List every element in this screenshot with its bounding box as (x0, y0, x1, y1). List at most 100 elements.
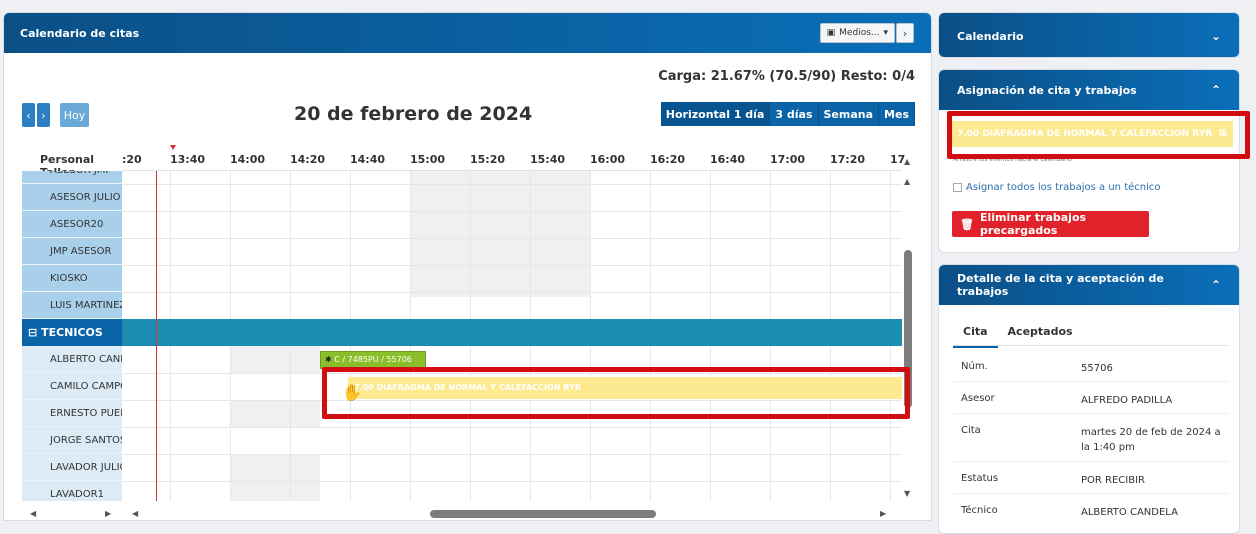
tab-aceptados[interactable]: Aceptados (998, 317, 1083, 348)
view-horizontal-1-day[interactable]: Horizontal 1 día (660, 102, 771, 126)
horizontal-scrollbar[interactable]: ◀ ▶ (130, 507, 890, 519)
time-label: 16:40 (710, 153, 746, 166)
time-header: :20 13:40 14:00 14:20 14:40 15:00 15:20 … (122, 145, 905, 171)
appointment-label: C / 7485PU / 55706 (334, 355, 412, 364)
resource-row: JMP ASESOR (22, 238, 122, 265)
date-title: 20 de febrero de 2024 (294, 103, 533, 125)
tab-cita[interactable]: Cita (953, 317, 998, 348)
detail-value: 55706 (1081, 363, 1113, 374)
scroll-left-icon[interactable]: ◀ (132, 509, 138, 518)
collapse-icon: ⊟ (28, 326, 38, 339)
chevron-down-icon: ▾ (883, 28, 888, 38)
view-month[interactable]: Mes (879, 102, 915, 126)
time-label: 15:00 (410, 153, 446, 166)
detail-value: POR RECIBIR (1081, 475, 1145, 486)
group-tecnicos[interactable]: ⊟ TECNICOS (22, 319, 122, 346)
scroll-up-icon[interactable]: ▲ (904, 177, 910, 186)
resource-row: LAVADOR JULIO (22, 454, 122, 481)
detail-label: Núm. (961, 361, 988, 372)
resource-row: ASESOR JMP (22, 171, 122, 184)
scroll-left-icon[interactable]: ◀ (30, 509, 36, 518)
detail-label: Técnico (961, 505, 998, 516)
next-button[interactable]: › (37, 103, 50, 127)
calendar-panel-header: Calendario de citas ▣ Medios... ▾ › (4, 13, 931, 53)
media-icon: ▣ (826, 28, 836, 38)
resource-row: ERNESTO PUENTE (22, 400, 122, 427)
calendar-panel: Calendario de citas ▣ Medios... ▾ › Carg… (3, 12, 932, 521)
detail-tabs: Cita Aceptados (953, 317, 1083, 348)
detail-card-header[interactable]: Detalle de la cita y aceptación de traba… (939, 265, 1239, 305)
chevron-up-icon[interactable]: ⌃ (1211, 83, 1221, 97)
time-label: :20 (122, 153, 142, 166)
detail-label: Cita (961, 425, 981, 436)
medios-next-button[interactable]: › (896, 23, 914, 43)
resource-row: LUIS MARTINEZ (22, 292, 122, 319)
detail-value: martes 20 de feb de 2024 a la 1:40 pm (1081, 427, 1221, 453)
view-week[interactable]: Semana (818, 102, 880, 126)
busy-shade (410, 171, 590, 297)
scroll-right-icon[interactable]: ▶ (880, 509, 886, 518)
detail-value: ALFREDO PADILLA (1081, 395, 1173, 406)
group-band (122, 319, 902, 346)
detail-label: Estatus (961, 473, 999, 484)
resource-row: ASESOR20 (22, 211, 122, 238)
chevron-up-icon[interactable]: ⌃ (1211, 278, 1221, 292)
current-time-marker (170, 145, 176, 150)
time-label: 14:00 (230, 153, 266, 166)
assign-card-title: Asignación de cita y trabajos (957, 83, 1137, 97)
right-sidebar: Calendario ⌄ Asignación de cita y trabaj… (938, 12, 1240, 534)
time-cells[interactable]: ✱ C / 7485PU / 55706 7.00 DIAFRAGMA DE N… (122, 171, 902, 501)
time-label: 14:40 (350, 153, 386, 166)
detail-label: Asesor (961, 393, 995, 404)
resource-row: KIOSKO (22, 265, 122, 292)
busy-shade (230, 454, 320, 501)
delete-preloaded-jobs-button[interactable]: 🗑 Eliminar trabajos precargados (952, 211, 1149, 237)
time-label: 15:20 (470, 153, 506, 166)
highlight-box (947, 111, 1250, 159)
time-label: 16:00 (590, 153, 626, 166)
time-label: 16:20 (650, 153, 686, 166)
detail-card-title: Detalle de la cita y aceptación de traba… (957, 272, 1164, 298)
assign-all-label: Asignar todos los trabajos a un técnico (966, 182, 1161, 193)
prev-button[interactable]: ‹ (22, 103, 35, 127)
personal-header: Personal Taller (40, 153, 95, 179)
assign-card: Asignación de cita y trabajos ⌃ 7.00 DIA… (938, 69, 1240, 253)
checkbox[interactable] (953, 183, 962, 192)
asterisk-icon: ✱ (325, 355, 332, 364)
carga-status: Carga: 21.67% (70.5/90) Resto: 0/4 (658, 69, 915, 84)
calendar-card-title: Calendario (957, 29, 1024, 43)
delete-label: Eliminar trabajos precargados (979, 211, 1087, 237)
chevron-down-icon[interactable]: ⌄ (1211, 29, 1221, 43)
current-time-line (156, 171, 157, 501)
scheduler-grid: Personal Taller :20 13:40 14:00 14:20 14… (22, 145, 915, 518)
view-3-days[interactable]: 3 días (770, 102, 819, 126)
scroll-right-icon[interactable]: ▶ (105, 509, 111, 518)
medios-dropdown[interactable]: ▣ Medios... ▾ (819, 23, 895, 43)
time-label: 13:40 (170, 153, 206, 166)
medios-label: Medios... (839, 28, 880, 38)
today-button[interactable]: Hoy (60, 103, 89, 127)
time-label: 14:20 (290, 153, 326, 166)
busy-shade (230, 400, 320, 427)
resource-row: JORGE SANTOS (22, 427, 122, 454)
highlight-box (322, 367, 910, 419)
time-label: 15:40 (530, 153, 566, 166)
time-label: 17:20 (830, 153, 866, 166)
group-label: TECNICOS (41, 326, 103, 339)
assign-card-header[interactable]: Asignación de cita y trabajos ⌃ (939, 70, 1239, 110)
detail-value: ALBERTO CANDELA (1081, 507, 1178, 518)
busy-shade (230, 346, 320, 373)
calendar-card-header[interactable]: Calendario ⌄ (939, 13, 1239, 57)
calendar-card: Calendario ⌄ (938, 12, 1240, 58)
scroll-down-icon[interactable]: ▼ (904, 489, 910, 498)
resource-column: ASESOR JMP ASESOR JULIO ASESOR20 JMP ASE… (22, 171, 122, 501)
resource-row: ASESOR JULIO (22, 184, 122, 211)
horizontal-scroll-thumb[interactable] (430, 510, 656, 518)
time-label: 17:00 (770, 153, 806, 166)
scroll-up-icon[interactable]: ▲ (904, 157, 910, 166)
assign-all-checkbox[interactable]: Asignar todos los trabajos a un técnico (953, 182, 1161, 193)
vertical-scrollbar[interactable]: ▲ ▲ ▼ (901, 157, 915, 498)
calendar-panel-title: Calendario de citas (20, 26, 140, 40)
resource-row: ALBERTO CANDELA (22, 346, 122, 373)
detail-card: Detalle de la cita y aceptación de traba… (938, 264, 1240, 534)
